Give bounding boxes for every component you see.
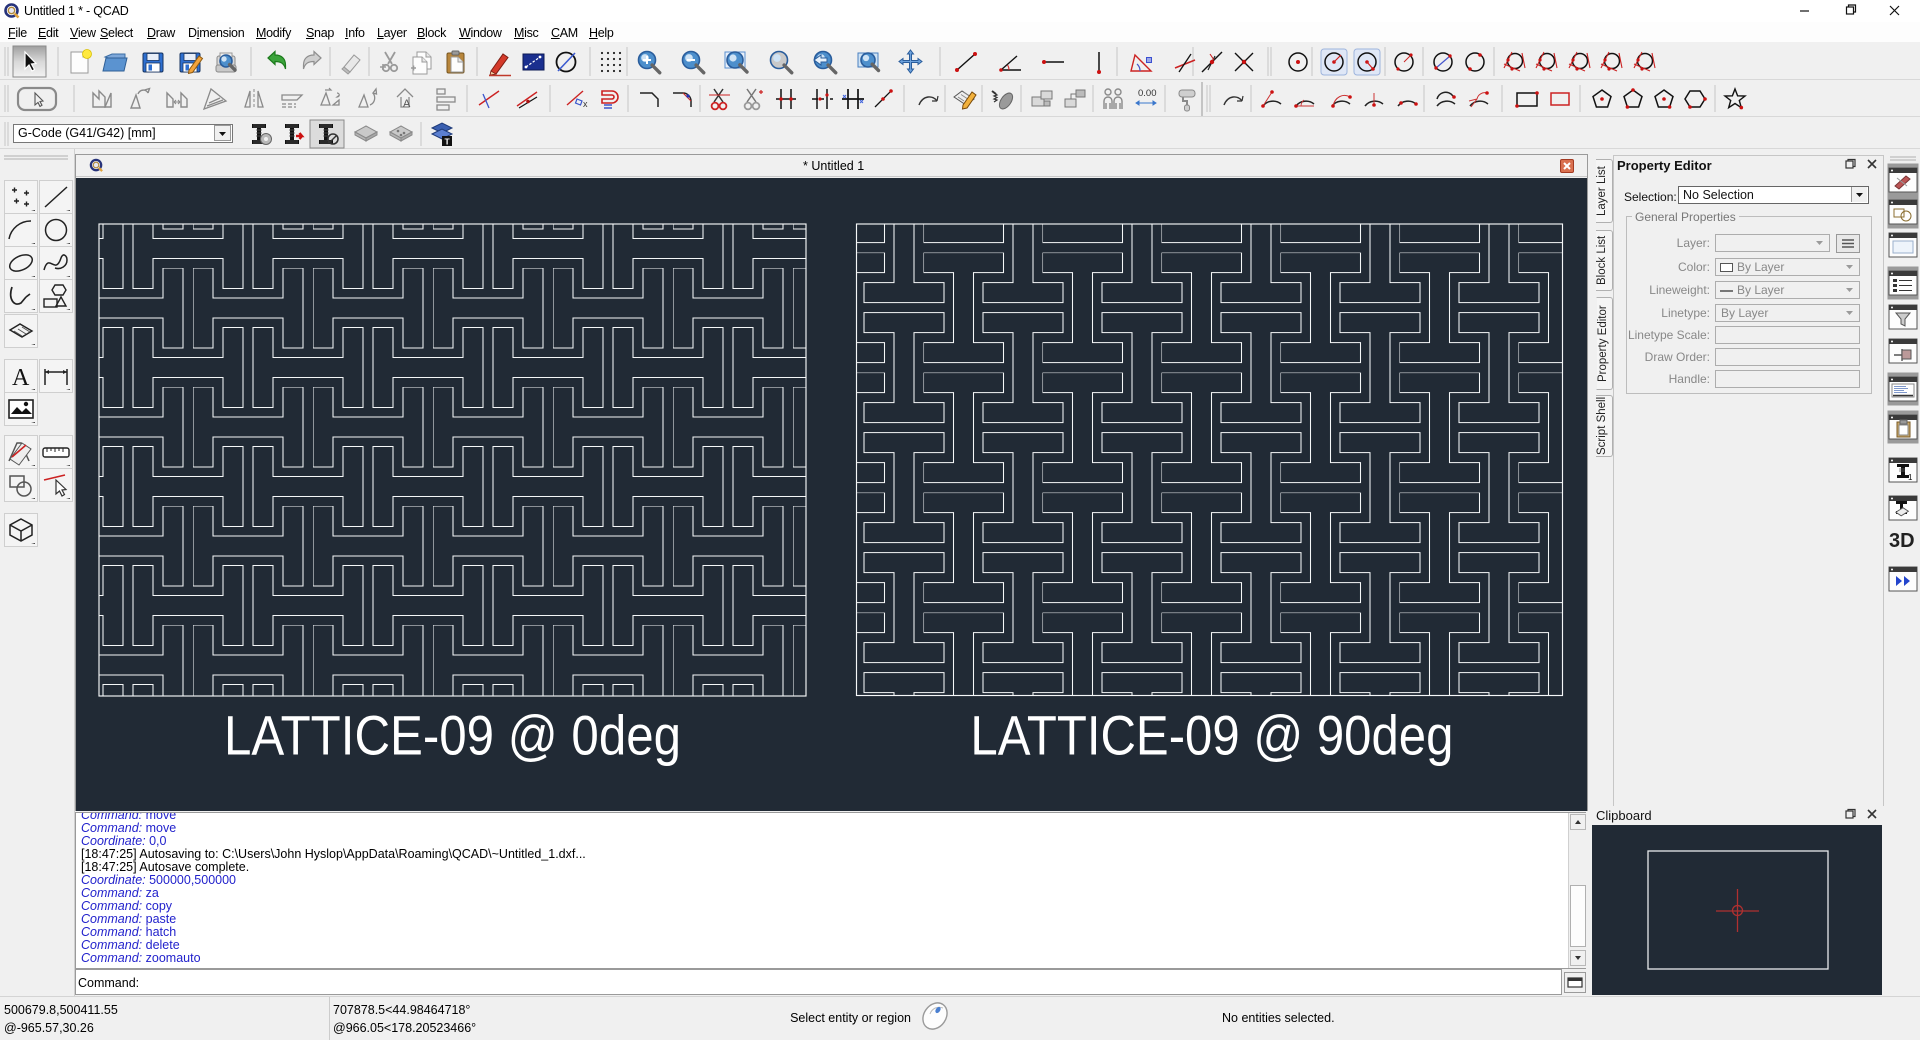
svg-text:A: A [403, 98, 411, 110]
svg-text:A: A [12, 365, 30, 391]
svg-text:3D: 3D [1889, 530, 1915, 552]
svg-text:x: x [583, 99, 588, 109]
svg-text:LATTICE-09 @ 90deg: LATTICE-09 @ 90deg [970, 704, 1453, 767]
svg-text:1: 1 [1908, 473, 1913, 482]
svg-text:0.00: 0.00 [1138, 88, 1157, 99]
svg-text:LATTICE-09 @ 0deg: LATTICE-09 @ 0deg [224, 704, 681, 767]
svg-text:T: T [445, 137, 451, 147]
